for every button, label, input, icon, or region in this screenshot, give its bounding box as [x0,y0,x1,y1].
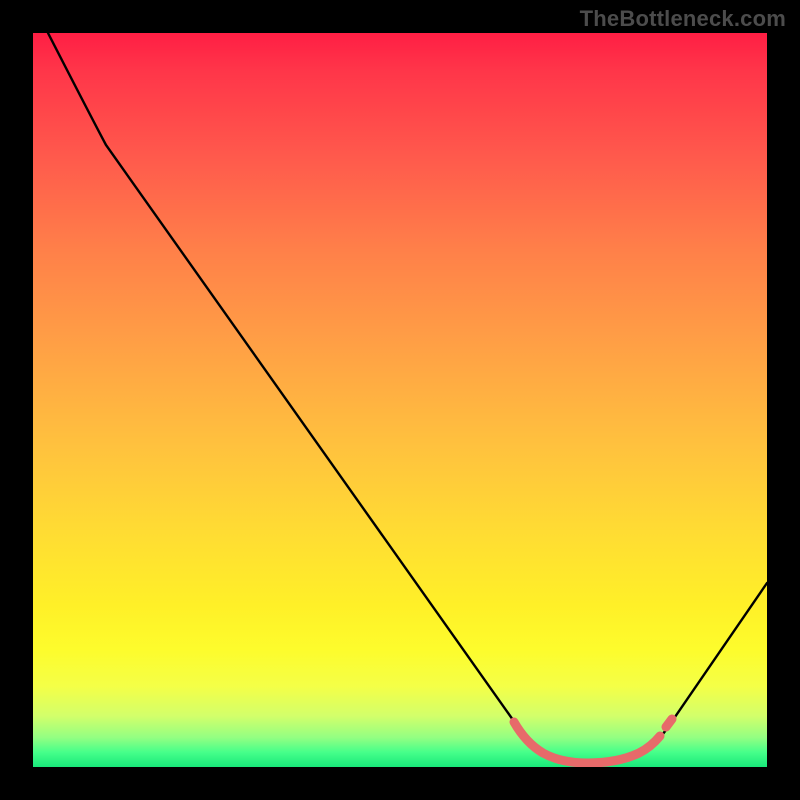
bottleneck-curve [48,33,767,763]
curve-layer [33,33,767,767]
watermark-text: TheBottleneck.com [580,6,786,32]
optimal-range-marker [514,719,672,763]
plot-area [33,33,767,767]
chart-frame: TheBottleneck.com [0,0,800,800]
